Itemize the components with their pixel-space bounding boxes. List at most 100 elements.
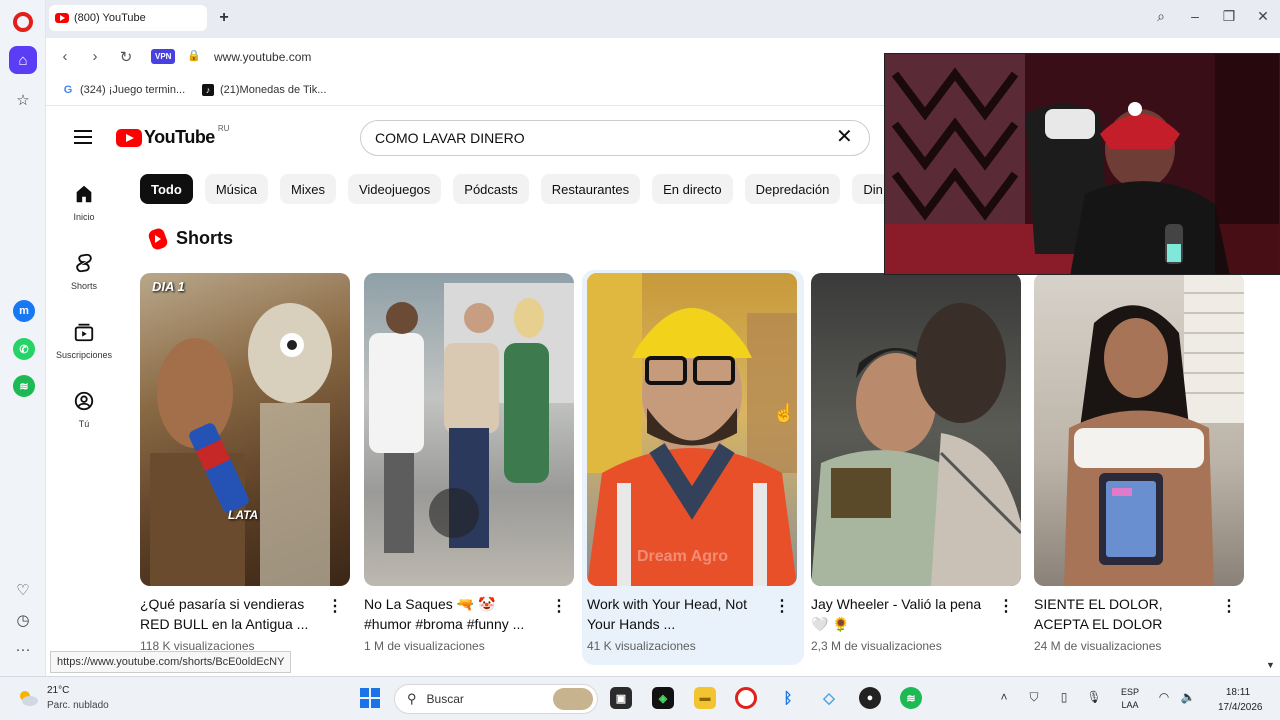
chip-todo[interactable]: Todo <box>140 174 193 204</box>
home-icon[interactable]: ⌂ <box>9 46 37 74</box>
search-input[interactable]: COMO LAVAR DINERO <box>360 120 870 156</box>
more-options-icon[interactable]: ⋮ <box>774 596 790 616</box>
nav-label: Inicio <box>73 212 95 222</box>
taskbar-search-placeholder: Buscar <box>426 692 464 706</box>
file-explorer-icon[interactable]: ▬ <box>694 687 716 709</box>
youtube-favicon-icon <box>55 13 69 23</box>
tab-bar: (800) YouTube + ⌕ – ❐ ✕ <box>46 0 1280 38</box>
vpn-badge[interactable]: VPN <box>151 49 176 64</box>
menu-icon[interactable] <box>74 130 92 148</box>
chip-en-directo[interactable]: En directo <box>652 174 733 204</box>
short-thumbnail[interactable] <box>1034 273 1244 586</box>
spotify-taskbar-icon[interactable]: ≋ <box>900 687 922 709</box>
start-windows-icon[interactable] <box>360 688 380 708</box>
opera-logo-icon[interactable] <box>13 12 33 32</box>
wifi-icon[interactable]: ◠ <box>1156 690 1172 704</box>
game-app-icon[interactable]: ◈ <box>652 687 674 709</box>
volume-icon[interactable]: 🔈 <box>1180 690 1196 704</box>
star-icon[interactable]: ☆ <box>9 86 37 114</box>
status-bar-url: https://www.youtube.com/shorts/BcE0oldEc… <box>50 651 292 673</box>
more-options-icon[interactable]: ⋮ <box>551 596 567 616</box>
search-icon: ⚲ <box>407 691 417 706</box>
opera-taskbar-icon[interactable] <box>735 687 757 709</box>
short-title[interactable]: ¿Qué pasaría si vendieras RED BULL en la… <box>140 594 320 634</box>
short-title[interactable]: SIENTE EL DOLOR, ACEPTA EL DOLOR <box>1034 594 1214 634</box>
weather-temperature[interactable]: 21°C <box>47 685 69 696</box>
network-app-icon[interactable]: ◇ <box>818 687 840 709</box>
bookmark-item[interactable]: G (324) ¡Juego termin... <box>62 84 185 96</box>
minimize-button[interactable]: – <box>1184 8 1206 24</box>
you-icon <box>74 391 94 411</box>
back-icon[interactable]: ‹ <box>55 48 75 65</box>
thumbnail-watermark: Dream Agro <box>637 548 728 565</box>
chip-videojuegos[interactable]: Videojuegos <box>347 174 442 204</box>
whatsapp-icon[interactable]: ✆ <box>13 338 35 360</box>
bookmark-item[interactable]: ♪ (21)Monedas de Tik... <box>202 84 326 96</box>
more-options-icon[interactable]: ⋮ <box>1221 596 1237 616</box>
youtube-logo[interactable]: YouTube RU <box>116 124 229 148</box>
short-card[interactable]: No La Saques 🔫 🤡 #humor #broma #funny ..… <box>364 270 587 665</box>
short-thumbnail[interactable] <box>364 273 574 586</box>
reload-icon[interactable]: ↻ <box>116 48 136 66</box>
short-thumbnail[interactable]: DIA 1 LATA <box>140 273 350 586</box>
tray-device-icon[interactable]: ▯ <box>1056 690 1072 704</box>
search-highlight-icon <box>553 688 593 710</box>
short-thumbnail[interactable]: Dream Agro ☝ <box>587 273 797 586</box>
scroll-down-arrow-icon[interactable]: ▼ <box>1266 660 1275 670</box>
short-title[interactable]: Jay Wheeler - Valió la pena 🤍 🌻 <box>811 594 991 634</box>
thumbnail-art <box>1064 273 1244 586</box>
short-card[interactable]: Jay Wheeler - Valió la pena 🤍 🌻 ⋮ 2,3 M … <box>811 270 1034 665</box>
weather-description[interactable]: Parc. nublado <box>47 700 109 711</box>
nav-label: Suscripciones <box>55 350 113 360</box>
new-tab-button[interactable]: + <box>214 9 234 29</box>
chip-podcasts[interactable]: Pódcasts <box>453 174 529 204</box>
tray-app-icon[interactable]: ⛉ <box>1026 690 1042 705</box>
shorts-section-title: Shorts <box>176 228 234 248</box>
short-card[interactable]: Dream Agro ☝ Work with Your Head, Not Yo… <box>582 270 804 665</box>
obs-icon[interactable]: ● <box>859 687 881 709</box>
chip-depredacion[interactable]: Depredación <box>744 174 841 204</box>
more-options-icon[interactable]: ⋮ <box>998 596 1014 616</box>
short-card[interactable]: DIA 1 LATA ¿Qué pasaría si vendieras RED… <box>140 270 363 665</box>
url-field[interactable]: www.youtube.com <box>214 50 311 64</box>
lock-icon[interactable]: 🔒 <box>187 49 201 62</box>
tray-chevron-icon[interactable]: ˄ <box>996 690 1012 704</box>
history-icon[interactable]: ◷ <box>13 611 33 631</box>
nav-label: Shorts <box>70 281 97 291</box>
more-options-icon[interactable]: ⋮ <box>327 596 343 616</box>
tab-youtube[interactable]: (800) YouTube <box>49 5 207 31</box>
language-indicator[interactable]: ESP LAA <box>1119 686 1141 712</box>
clear-search-icon[interactable]: ✕ <box>836 127 853 147</box>
tab-title: (800) YouTube <box>74 12 146 24</box>
spotify-icon[interactable]: ≋ <box>13 375 35 397</box>
home-icon <box>76 185 92 203</box>
taskbar-search[interactable]: ⚲ Buscar <box>394 684 598 714</box>
language-code: ESP <box>1120 687 1139 697</box>
short-title[interactable]: Work with Your Head, Not Your Hands ... <box>587 594 767 634</box>
chip-restaurantes[interactable]: Restaurantes <box>540 174 641 204</box>
nav-item-shorts[interactable]: Shorts <box>50 251 118 291</box>
shorts-logo-icon <box>147 226 169 251</box>
youtube-logo-text: YouTube <box>144 127 215 147</box>
nav-item-home[interactable]: Inicio <box>50 182 118 222</box>
more-icon[interactable]: ··· <box>13 641 33 661</box>
clock-date: 17/4/2026 <box>1218 702 1263 713</box>
short-card[interactable]: SIENTE EL DOLOR, ACEPTA EL DOLOR ⋮ 24 M … <box>1034 270 1256 665</box>
nav-item-you[interactable]: Tú <box>50 389 118 429</box>
short-thumbnail[interactable] <box>811 273 1021 586</box>
weather-icon[interactable] <box>16 686 40 710</box>
search-tabs-icon[interactable]: ⌕ <box>1150 8 1172 25</box>
heart-icon[interactable]: ♡ <box>13 581 33 601</box>
short-title[interactable]: No La Saques 🔫 🤡 #humor #broma #funny ..… <box>364 594 544 634</box>
close-window-button[interactable]: ✕ <box>1252 8 1274 25</box>
system-clock[interactable]: 18:11 17/4/2026 <box>1218 685 1263 715</box>
task-view-icon[interactable]: ▣ <box>610 687 632 709</box>
maximize-button[interactable]: ❐ <box>1218 8 1240 25</box>
bluetooth-icon[interactable]: ᛒ <box>777 687 799 709</box>
forward-icon[interactable]: › <box>85 48 105 65</box>
nav-item-subscriptions[interactable]: Suscripciones <box>50 320 118 360</box>
messenger-icon[interactable]: m <box>13 300 35 322</box>
chip-mixes[interactable]: Mixes <box>280 174 336 204</box>
microphone-icon[interactable]: 🎙 <box>1086 690 1102 704</box>
chip-musica[interactable]: Música <box>204 174 268 204</box>
